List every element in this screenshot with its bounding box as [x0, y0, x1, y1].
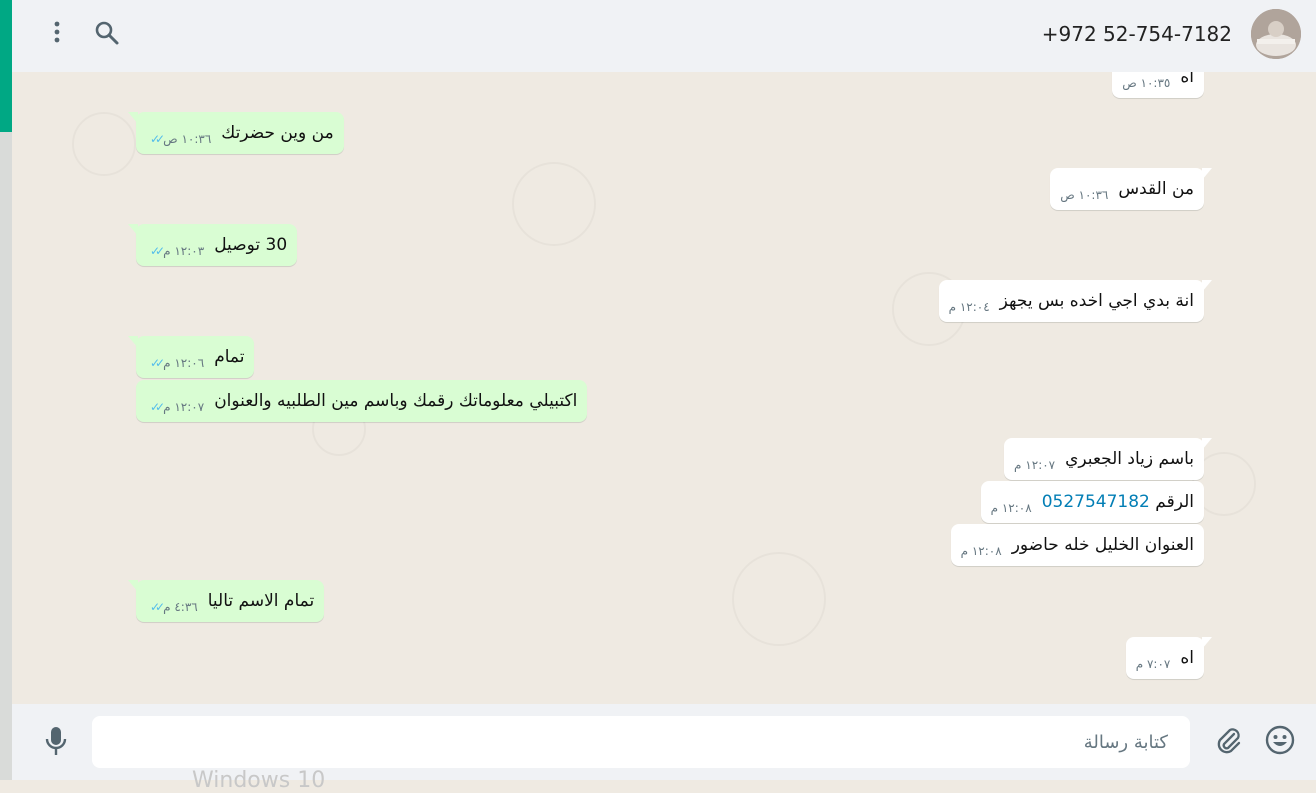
phone-number-link[interactable]: 0527547182 [1042, 492, 1150, 512]
message-bubble-incoming[interactable]: انة بدي اجي اخده بس يجهز ١٢:٠٤ م [938, 280, 1212, 322]
background-doodle [732, 552, 826, 646]
message-text: اكتبيلي معلوماتك رقمك وباسم مين الطلبيه … [214, 391, 578, 411]
message-bubble-outgoing[interactable]: 30 توصيل ١٢:٠٣ م ✓✓ [128, 224, 298, 266]
accent-bar [0, 0, 12, 132]
message-bubble-incoming[interactable]: اه ٧:٠٧ م [1125, 637, 1212, 679]
message-meta: ١٢:٠٧ م ✓✓ [146, 400, 204, 414]
double-check-icon: ✓✓ [150, 244, 165, 258]
double-check-icon: ✓✓ [150, 400, 165, 414]
double-check-icon: ✓✓ [150, 356, 165, 370]
more-vertical-icon [54, 21, 60, 47]
message-text: انة بدي اجي اخده بس يجهز [999, 291, 1194, 311]
bubble-tail [1202, 637, 1212, 649]
os-watermark: Windows 10 [192, 768, 326, 793]
double-check-icon: ✓✓ [150, 600, 165, 614]
background-doodle [72, 112, 136, 176]
message-text: من القدس [1118, 179, 1194, 199]
message-text: الرقم 0527547182 [1042, 492, 1194, 512]
menu-button[interactable] [47, 20, 67, 48]
message-meta: ١٠:٣٦ ص ✓✓ [146, 132, 211, 146]
double-check-icon: ✓✓ [150, 132, 165, 146]
chat-area[interactable]: اه ١٠:٣٥ ص من وين حضرتك ١٠:٣٦ ص ✓✓ من الق… [12, 72, 1316, 704]
message-text: تمام الاسم تاليا [207, 591, 315, 611]
message-bubble-incoming[interactable]: اه ١٠:٣٥ ص [1112, 72, 1204, 98]
avatar[interactable] [1251, 9, 1301, 59]
message-text: اه [1180, 72, 1194, 87]
message-time: ١٢:٠٨ م [960, 544, 1002, 558]
message-text: تمام [214, 347, 245, 367]
message-bubble-outgoing[interactable]: اكتبيلي معلوماتك رقمك وباسم مين الطلبيه … [136, 380, 588, 422]
bubble-tail [1202, 280, 1212, 292]
message-bubble-incoming[interactable]: العنوان الخليل خله حاضور ١٢:٠٨ م [950, 524, 1204, 566]
chat-header: +972 52-754-7182 [12, 0, 1316, 73]
message-bubble-outgoing[interactable]: تمام الاسم تاليا ٤:٣٦ م ✓✓ [128, 580, 325, 622]
message-bubble-incoming[interactable]: باسم زياد الجعبري ١٢:٠٧ م [1004, 438, 1212, 480]
background-doodle [512, 162, 596, 246]
message-input[interactable]: كتابة رسالة [92, 716, 1190, 768]
message-time: ١٢:٠٧ م [1014, 458, 1056, 472]
bubble-tail [128, 580, 138, 592]
bubble-tail [1202, 168, 1212, 180]
message-time: ٧:٠٧ م [1135, 657, 1171, 671]
message-text: العنوان الخليل خله حاضور [1011, 535, 1194, 555]
contact-name[interactable]: +972 52-754-7182 [1042, 22, 1232, 46]
attach-button[interactable] [1212, 726, 1246, 760]
message-text: 30 توصيل [214, 235, 288, 255]
message-text: باسم زياد الجعبري [1065, 449, 1194, 469]
compose-bar: كتابة رسالة Windows 10 [12, 704, 1316, 793]
bubble-tail [1202, 438, 1212, 450]
message-bubble-incoming[interactable]: من القدس ١٠:٣٦ ص [1050, 168, 1212, 210]
message-meta: ٤:٣٦ م ✓✓ [146, 600, 198, 614]
message-text: اه [1180, 648, 1194, 668]
bubble-tail [128, 336, 138, 348]
message-time: ١٢:٠٤ م [948, 300, 990, 314]
message-meta: ١٢:٠٦ م ✓✓ [146, 356, 204, 370]
message-text: من وين حضرتك [221, 123, 334, 143]
message-time: ١٠:٣٦ ص [1060, 188, 1109, 202]
message-meta: ١٢:٠٣ م ✓✓ [146, 244, 204, 258]
emoji-button[interactable] [1262, 724, 1298, 760]
message-time: ١٢:٠٨ م [990, 501, 1032, 515]
search-icon [94, 20, 120, 50]
message-time: ١٠:٣٥ ص [1122, 76, 1171, 90]
message-input-placeholder: كتابة رسالة [1083, 731, 1168, 753]
voice-message-button[interactable] [42, 726, 70, 760]
left-panel-edge [0, 0, 19, 780]
message-label: الرقم [1155, 492, 1194, 512]
message-bubble-outgoing[interactable]: تمام ١٢:٠٦ م ✓✓ [128, 336, 255, 378]
search-button[interactable] [92, 20, 122, 50]
emoji-icon [1264, 724, 1296, 760]
message-bubble-outgoing[interactable]: من وين حضرتك ١٠:٣٦ ص ✓✓ [128, 112, 344, 154]
microphone-icon [45, 726, 67, 760]
bubble-tail [128, 224, 138, 236]
message-bubble-incoming[interactable]: الرقم 0527547182 ١٢:٠٨ م [980, 481, 1204, 523]
bubble-tail [128, 112, 138, 124]
paperclip-icon [1214, 726, 1244, 760]
